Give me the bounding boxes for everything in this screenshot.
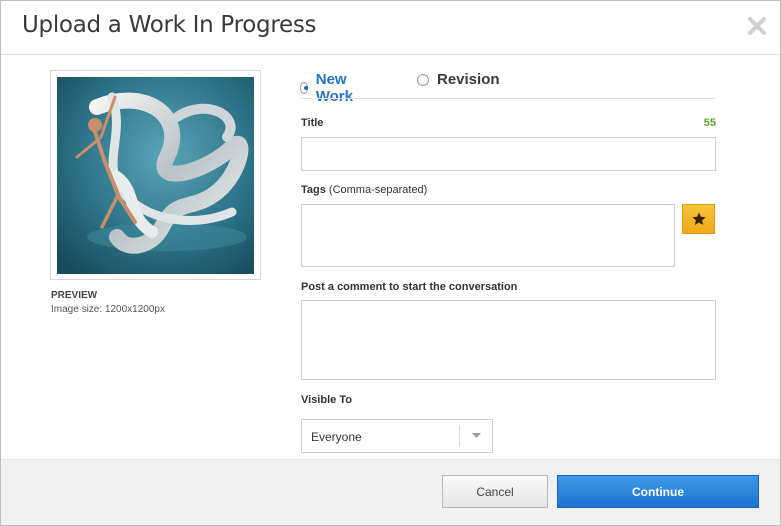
comment-input[interactable] [301,300,716,380]
dialog-header: Upload a Work In Progress [1,1,780,55]
preview-image [57,77,254,274]
tags-label-text: Tags [301,184,326,196]
radio-selected-icon [300,82,308,94]
chevron-down-icon [472,433,481,438]
image-size-text: Image size: 1200x1200px [51,304,165,315]
continue-button[interactable]: Continue [557,475,759,508]
comment-label: Post a comment to start the conversation [301,281,518,293]
star-icon [691,212,706,225]
upload-dialog: Upload a Work In Progress PREVIEW Image … [0,0,781,526]
dialog-footer: Cancel Continue [1,459,780,525]
radio-revision[interactable]: Revision [417,71,500,88]
tags-hint: (Comma-separated) [328,184,428,196]
dialog-body: PREVIEW Image size: 1200x1200px New Work… [1,55,780,459]
dialog-title: Upload a Work In Progress [22,12,317,38]
favorite-tags-button[interactable] [682,204,715,234]
close-icon [748,17,766,35]
radio-new-work-label: New Work [315,71,353,105]
visible-to-label: Visible To [301,394,352,406]
radio-revision-label: Revision [437,71,500,88]
visible-to-select[interactable]: Everyone [301,419,493,453]
radio-unselected-icon [417,73,429,86]
radio-new-work[interactable]: New Work [300,71,357,105]
preview-frame [50,70,261,280]
title-input[interactable] [301,137,716,171]
select-separator [459,425,460,447]
title-char-counter: 55 [703,117,716,129]
title-label: Title [301,117,324,129]
preview-label: PREVIEW [51,290,98,301]
tags-input[interactable] [301,204,675,267]
close-button[interactable] [746,15,768,37]
divider [300,98,715,99]
tags-label: Tags (Comma-separated) [301,184,427,196]
cancel-button[interactable]: Cancel [442,475,548,508]
visible-to-value: Everyone [311,430,362,444]
